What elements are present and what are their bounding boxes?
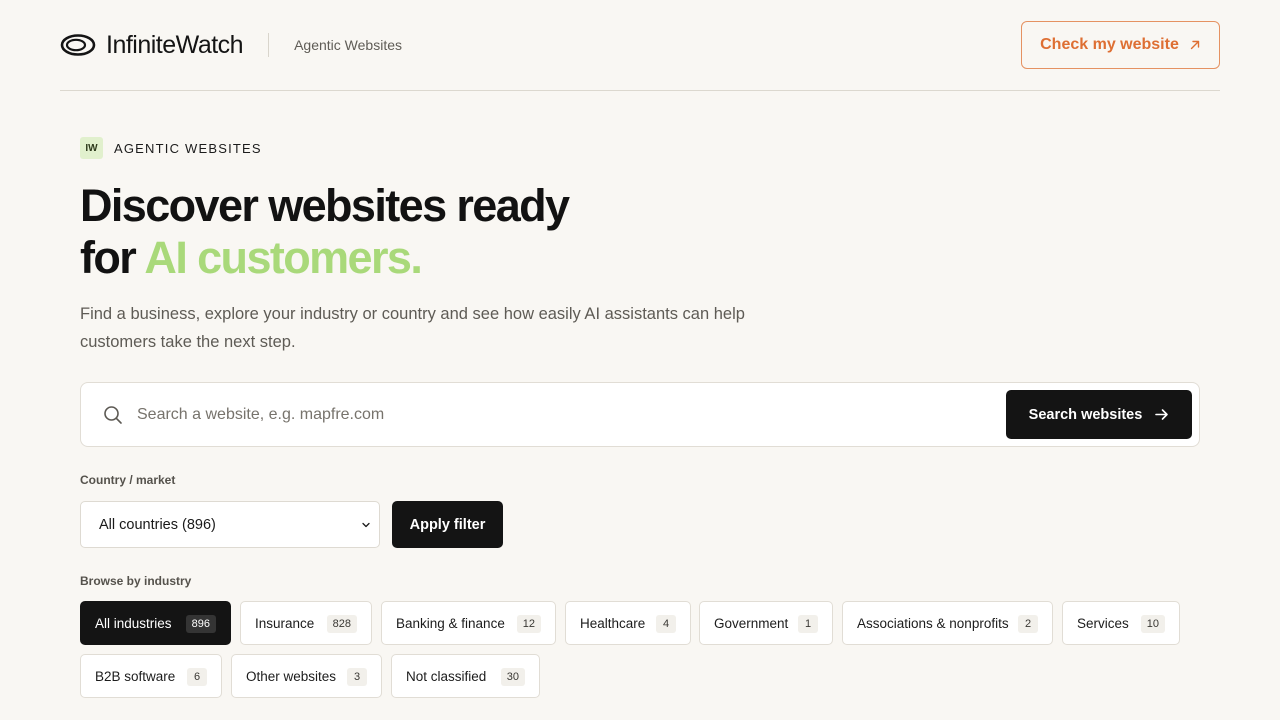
industry-chip-associations-nonprofits[interactable]: Associations & nonprofits 2 (842, 601, 1053, 645)
industry-chip-count: 828 (326, 615, 357, 633)
logo-link[interactable]: InfiniteWatch (60, 30, 244, 60)
industry-chip-insurance[interactable]: Insurance 828 (240, 601, 372, 645)
country-label: Country / market (80, 473, 176, 487)
industry-chip-healthcare[interactable]: Healthcare 4 (565, 601, 691, 645)
header-divider (60, 90, 1220, 91)
search-input[interactable] (137, 394, 1006, 435)
hero-title-line1: Discover websites ready (80, 180, 570, 231)
industry-chip-label: B2B software (95, 668, 176, 684)
arrow-right-icon (1155, 409, 1169, 420)
eyebrow: IW AGENTIC WEBSITES (80, 137, 262, 159)
industry-chip-banking-finance[interactable]: Banking & finance 12 (381, 601, 556, 645)
check-my-website-button[interactable]: Check my website (1021, 21, 1220, 69)
eyebrow-text: AGENTIC WEBSITES (114, 140, 262, 156)
arrow-up-right-icon (1190, 40, 1200, 50)
brand: InfiniteWatch Agentic Websites (60, 20, 402, 70)
country-select-value: All countries (896) (99, 516, 216, 533)
chevron-down-icon (362, 522, 370, 528)
industry-chip-count: 4 (656, 615, 676, 633)
industry-chip-label: Other websites (246, 668, 337, 684)
industry-chip-label: Government (714, 615, 789, 631)
industry-chip-count: 1 (798, 615, 818, 633)
industry-chip-label: Healthcare (580, 615, 646, 631)
infinite-loop-icon (60, 34, 96, 56)
page: InfiniteWatch Agentic Websites Check my … (0, 0, 1280, 720)
industry-chip-count: 10 (1140, 615, 1165, 633)
hero-title-line2-prefix: for (80, 232, 145, 283)
hero-description: Find a business, explore your industry o… (80, 305, 745, 351)
industry-chip-count: 12 (516, 615, 541, 633)
hero-title-accent: AI customers. (144, 232, 422, 283)
industry-chip-b2b-software[interactable]: B2B software 6 (80, 654, 222, 698)
search-bar: Search websites (80, 382, 1200, 447)
brand-name: InfiniteWatch (106, 30, 244, 59)
industry-chip-not-classified[interactable]: Not classified 30 (391, 654, 540, 698)
industry-chip-count: 3 (347, 668, 367, 686)
industry-chip-count: 6 (187, 668, 207, 686)
industry-chip-label: Banking & finance (396, 615, 505, 631)
hero-title: Discover websites ready for AI customers… (80, 180, 780, 284)
apply-filter-button[interactable]: Apply filter (392, 501, 503, 548)
country-select[interactable]: All countries (896) (80, 501, 380, 548)
check-my-website-label: Check my website (1040, 36, 1179, 53)
search-icon (104, 405, 122, 424)
industry-chip-label: Associations & nonprofits (857, 615, 1009, 631)
brand-divider (268, 33, 270, 57)
industry-chip-count: 2 (1018, 615, 1038, 633)
site-header: InfiniteWatch Agentic Websites Check my … (60, 20, 1220, 70)
industry-chip-government[interactable]: Government 1 (699, 601, 833, 645)
industry-chip-services[interactable]: Services 10 (1062, 601, 1180, 645)
industry-chip-all[interactable]: All industries 896 (80, 601, 231, 645)
search-websites-button[interactable]: Search websites (1006, 390, 1192, 439)
industry-chip-label: Not classified (406, 668, 487, 684)
industry-chip-label: Services (1077, 615, 1129, 631)
industry-label: Browse by industry (80, 574, 192, 588)
industry-chip-label: All industries (95, 615, 172, 631)
industry-chip-count: 896 (185, 615, 216, 633)
search-websites-label: Search websites (1028, 406, 1143, 423)
brand-subtitle: Agentic Websites (294, 37, 402, 53)
industry-chip-label: Insurance (255, 615, 315, 631)
industry-chip-count: 30 (500, 668, 525, 686)
eyebrow-badge: IW (80, 137, 103, 159)
industry-chip-other-websites[interactable]: Other websites 3 (231, 654, 382, 698)
